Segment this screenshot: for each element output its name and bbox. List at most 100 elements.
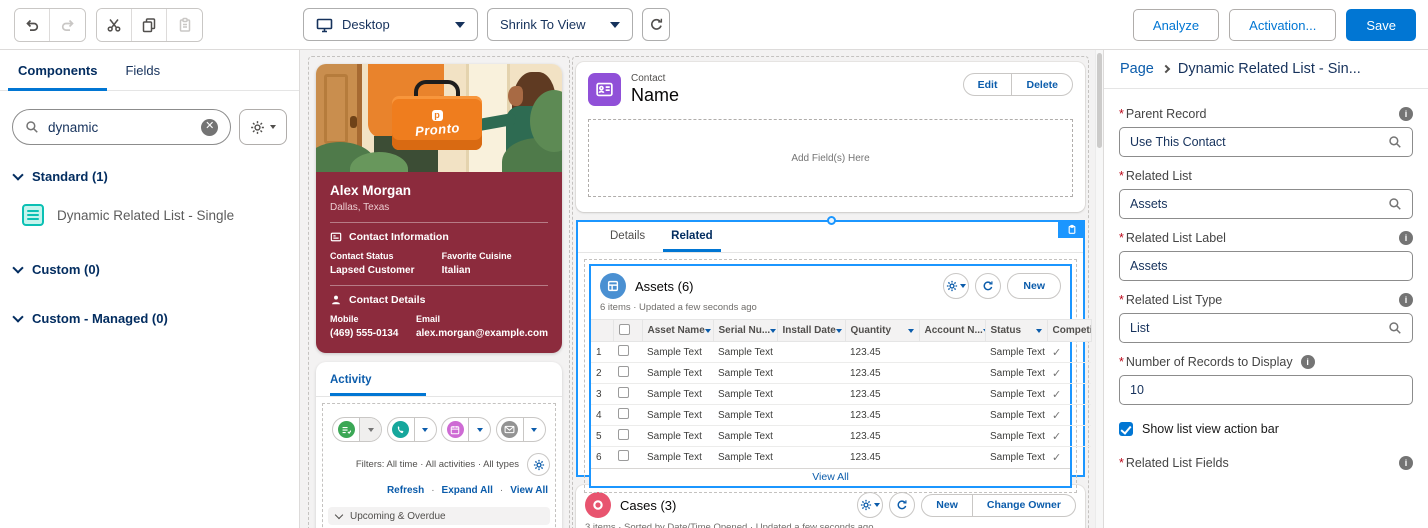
column-header[interactable]: Serial Nu...	[713, 319, 778, 342]
info-icon[interactable]: i	[1300, 355, 1315, 369]
row-checkbox[interactable]	[618, 450, 629, 462]
column-header[interactable]: Account N...	[919, 319, 986, 342]
new-button[interactable]: New	[922, 494, 973, 516]
cases-refresh-button[interactable]	[889, 492, 916, 518]
canvas-refresh-button[interactable]	[642, 8, 670, 41]
field-input[interactable]: Assets	[1119, 189, 1413, 219]
row-checkbox[interactable]	[618, 366, 629, 377]
assets-refresh-button[interactable]	[975, 273, 1002, 299]
info-icon[interactable]: i	[1399, 107, 1413, 121]
sidebar-tab-components[interactable]: Components	[4, 50, 111, 91]
activity-settings-button[interactable]	[527, 453, 550, 476]
field-input[interactable]: Assets	[1119, 251, 1413, 281]
delete-button[interactable]: Delete	[1012, 74, 1072, 95]
undo-button[interactable]	[15, 9, 50, 41]
info-icon[interactable]: i	[1399, 231, 1413, 245]
selection-handle[interactable]	[826, 216, 836, 225]
view-all-link[interactable]: View All	[591, 467, 1070, 486]
column-header[interactable]: Asset Name	[642, 319, 714, 342]
section-header[interactable]: Standard (1)	[12, 168, 285, 184]
chevron-down-icon[interactable]	[415, 418, 436, 441]
page-canvas: p Pronto Alex Morgan Dallas, Texas Conta…	[300, 50, 1095, 528]
edit-button[interactable]: Edit	[964, 74, 1013, 95]
checkbox-checked[interactable]	[1119, 422, 1133, 436]
paste-button[interactable]	[167, 9, 202, 41]
column-header[interactable]: Competit	[1047, 319, 1092, 342]
field-label: Mobile	[330, 314, 359, 324]
cut-button[interactable]	[97, 9, 132, 41]
expand-all-link[interactable]: Expand All	[442, 485, 493, 496]
activity-links: Refresh · Expand All · View All	[386, 485, 548, 496]
field-label: Related List	[1125, 169, 1192, 183]
sidebar-tab-fields[interactable]: Fields	[111, 50, 174, 90]
dynamic-related-list-selected[interactable]: Assets (6) New 6 items · Updated a few s…	[589, 264, 1092, 488]
check-icon: ✓	[1052, 430, 1062, 443]
cases-settings-button[interactable]	[857, 492, 884, 518]
row-checkbox[interactable]	[618, 345, 629, 356]
chevron-down-icon[interactable]	[524, 418, 545, 441]
tab-details[interactable]: Details	[602, 230, 653, 252]
table-cell: 123.45	[845, 362, 919, 384]
chevron-down-icon[interactable]	[360, 418, 381, 441]
row-checkbox[interactable]	[618, 387, 629, 398]
assets-object-icon	[600, 273, 626, 299]
clear-search-icon[interactable]: ✕	[201, 118, 219, 136]
search-input[interactable]: dynamic ✕	[12, 109, 232, 145]
property-field: * Related List Assets	[1119, 169, 1413, 219]
change-owner-button[interactable]: Change Owner	[973, 495, 1075, 516]
redo-button[interactable]	[50, 9, 85, 41]
chevron-down-icon[interactable]	[469, 418, 490, 441]
view-mode-selector[interactable]: Shrink To View	[487, 8, 633, 41]
breadcrumb-page-link[interactable]: Page	[1120, 61, 1154, 77]
row-checkbox[interactable]	[618, 408, 629, 419]
component-clipboard-tab[interactable]	[1058, 220, 1085, 238]
upcoming-overdue-header[interactable]: Upcoming & Overdue	[328, 507, 550, 525]
activation-button[interactable]: Activation...	[1229, 9, 1337, 41]
field-input[interactable]: 10	[1119, 375, 1413, 405]
search-settings-button[interactable]	[239, 109, 287, 145]
view-all-link[interactable]: View All	[510, 485, 548, 496]
component-section: Custom (0)	[0, 261, 299, 277]
device-selector[interactable]: Desktop	[303, 8, 478, 41]
tab-related[interactable]: Related	[663, 230, 721, 252]
quick-action-split-button[interactable]	[386, 417, 437, 442]
assets-settings-button[interactable]	[943, 273, 970, 299]
info-icon[interactable]: i	[1399, 293, 1413, 307]
field-input[interactable]: Use This Contact	[1119, 127, 1413, 157]
field-value: Use This Contact	[1130, 135, 1226, 149]
quick-action-split-button[interactable]	[441, 417, 492, 442]
quick-action-split-button[interactable]	[332, 417, 382, 442]
table-row: 1 Sample Text Sample Text 123.45 Sample Text…	[591, 341, 1091, 363]
main-region[interactable]: Contact Name Edit Delete Add Field(s) Her…	[572, 56, 1092, 528]
copy-button[interactable]	[132, 9, 167, 41]
section-header[interactable]: Custom - Managed (0)	[12, 310, 285, 326]
tab-activity[interactable]: Activity	[330, 374, 426, 396]
refresh-link[interactable]: Refresh	[387, 485, 424, 496]
field-input[interactable]: List	[1119, 313, 1413, 343]
quick-action-split-button[interactable]	[495, 417, 546, 442]
row-checkbox[interactable]	[618, 429, 629, 440]
table-cell: 123.45	[845, 425, 919, 447]
show-action-bar-checkbox-row[interactable]: Show list view action bar	[1119, 422, 1413, 436]
field-dropzone[interactable]: Add Field(s) Here	[588, 119, 1073, 197]
assets-new-button[interactable]: New	[1007, 273, 1061, 299]
column-header[interactable]: Quantity	[845, 319, 920, 342]
highlights-panel-component[interactable]: p Pronto Alex Morgan Dallas, Texas Conta…	[316, 64, 562, 353]
record-header-component[interactable]: Contact Name Edit Delete Add Field(s) Her…	[576, 62, 1085, 212]
activity-component[interactable]: Activity Filters: All time · All activit…	[316, 362, 562, 528]
undo-redo-group	[14, 8, 86, 42]
column-header[interactable]: Status	[985, 319, 1048, 342]
column-header[interactable]: Install Date	[777, 319, 846, 342]
select-all-checkbox[interactable]	[618, 323, 630, 335]
table-cell	[919, 383, 985, 405]
section-header[interactable]: Custom (0)	[12, 261, 285, 277]
table-row: 4 Sample Text Sample Text 123.45 Sample Text…	[591, 404, 1091, 426]
sidebar-region[interactable]: p Pronto Alex Morgan Dallas, Texas Conta…	[308, 56, 570, 528]
scrollbar-thumb[interactable]	[1097, 53, 1102, 148]
tabs-component-selected[interactable]: Details Related Assets (6) New 6 items · …	[576, 216, 1092, 493]
sidebar-item-dynamic-related-list[interactable]: Dynamic Related List - Single	[22, 204, 285, 226]
canvas-scrollbar[interactable]	[1095, 50, 1103, 528]
pronto-logo: p	[431, 109, 443, 121]
analyze-button[interactable]: Analyze	[1132, 9, 1220, 41]
save-button[interactable]: Save	[1346, 9, 1416, 41]
